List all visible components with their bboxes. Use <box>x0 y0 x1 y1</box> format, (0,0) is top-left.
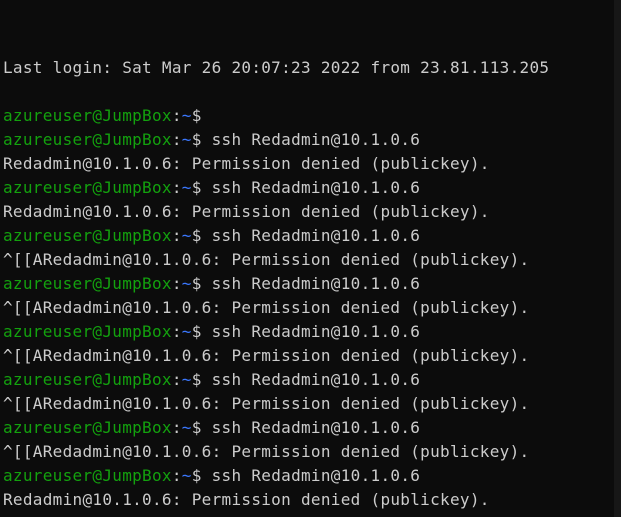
prompt-line: azureuser@JumpBox:~$ ssh Redadmin@10.1.0… <box>3 368 549 392</box>
scrollbar[interactable] <box>614 0 621 517</box>
prompt-path: ~ <box>181 130 192 149</box>
output-line: Last login: Sat Mar 26 20:07:23 2022 fro… <box>3 58 550 77</box>
output-line: Redadmin@10.1.0.6: Permission denied (pu… <box>3 490 490 509</box>
command-text: ssh Redadmin@10.1.0.6 <box>201 274 421 293</box>
prompt-line: azureuser@JumpBox:~$ ssh Redadmin@10.1.0… <box>3 272 549 296</box>
command-text: ssh Redadmin@10.1.0.6 <box>201 130 421 149</box>
prompt-line: azureuser@JumpBox:~$ ssh Redadmin@10.1.0… <box>3 464 549 488</box>
command-text: ssh Redadmin@10.1.0.6 <box>201 418 421 437</box>
prompt-separator: : <box>171 322 182 341</box>
prompt-line: azureuser@JumpBox:~$ ssh Redadmin@10.1.0… <box>3 224 549 248</box>
command-text: ssh Redadmin@10.1.0.6 <box>201 466 421 485</box>
prompt-user-host: azureuser@JumpBox <box>3 274 172 293</box>
prompt-path: ~ <box>181 466 192 485</box>
prompt-user-host: azureuser@JumpBox <box>3 418 172 437</box>
prompt-path: ~ <box>181 226 192 245</box>
prompt-separator: : <box>171 418 182 437</box>
prompt-path: ~ <box>181 322 192 341</box>
prompt-separator: : <box>171 274 182 293</box>
prompt-user-host: azureuser@JumpBox <box>3 226 172 245</box>
output-line: ^[[ARedadmin@10.1.0.6: Permission denied… <box>3 346 530 365</box>
output-line: ^[[ARedadmin@10.1.0.6: Permission denied… <box>3 298 530 317</box>
terminal-window[interactable]: Last login: Sat Mar 26 20:07:23 2022 fro… <box>0 0 614 517</box>
prompt-user-host: azureuser@JumpBox <box>3 322 172 341</box>
command-text: ssh Redadmin@10.1.0.6 <box>201 370 421 389</box>
command-text: ssh Redadmin@10.1.0.6 <box>201 226 421 245</box>
prompt-separator: : <box>171 106 182 125</box>
prompt-symbol: $ <box>191 322 202 341</box>
prompt-separator: : <box>171 370 182 389</box>
prompt-symbol: $ <box>191 274 202 293</box>
prompt-symbol: $ <box>191 106 202 125</box>
prompt-line: azureuser@JumpBox:~$ ssh Redadmin@10.1.0… <box>3 416 549 440</box>
prompt-line: azureuser@JumpBox:~$ ssh Redadmin@10.1.0… <box>3 320 549 344</box>
prompt-symbol: $ <box>191 418 202 437</box>
prompt-separator: : <box>171 130 182 149</box>
prompt-symbol: $ <box>191 226 202 245</box>
prompt-symbol: $ <box>191 130 202 149</box>
prompt-user-host: azureuser@JumpBox <box>3 178 172 197</box>
output-line: ^[[ARedadmin@10.1.0.6: Permission denied… <box>3 250 530 269</box>
output-line: ^[[ARedadmin@10.1.0.6: Permission denied… <box>3 394 530 413</box>
prompt-path: ~ <box>181 106 192 125</box>
prompt-separator: : <box>171 226 182 245</box>
output-line: Redadmin@10.1.0.6: Permission denied (pu… <box>3 202 490 221</box>
prompt-user-host: azureuser@JumpBox <box>3 370 172 389</box>
output-line: ^[[ARedadmin@10.1.0.6: Permission denied… <box>3 442 530 461</box>
prompt-line: azureuser@JumpBox:~$ ssh Redadmin@10.1.0… <box>3 176 549 200</box>
terminal-output: Last login: Sat Mar 26 20:07:23 2022 fro… <box>3 32 549 517</box>
prompt-symbol: $ <box>191 466 202 485</box>
prompt-symbol: $ <box>191 178 202 197</box>
prompt-separator: : <box>171 178 182 197</box>
prompt-separator: : <box>171 466 182 485</box>
prompt-path: ~ <box>181 274 192 293</box>
prompt-user-host: azureuser@JumpBox <box>3 466 172 485</box>
prompt-path: ~ <box>181 418 192 437</box>
command-text: ssh Redadmin@10.1.0.6 <box>201 322 421 341</box>
prompt-symbol: $ <box>191 370 202 389</box>
command-text: ssh Redadmin@10.1.0.6 <box>201 178 421 197</box>
prompt-line: azureuser@JumpBox:~$ <box>3 512 549 517</box>
prompt-line: azureuser@JumpBox:~$ ssh Redadmin@10.1.0… <box>3 128 549 152</box>
prompt-user-host: azureuser@JumpBox <box>3 130 172 149</box>
prompt-user-host: azureuser@JumpBox <box>3 106 172 125</box>
prompt-path: ~ <box>181 370 192 389</box>
prompt-line: azureuser@JumpBox:~$ <box>3 104 549 128</box>
prompt-path: ~ <box>181 178 192 197</box>
output-line: Redadmin@10.1.0.6: Permission denied (pu… <box>3 154 490 173</box>
